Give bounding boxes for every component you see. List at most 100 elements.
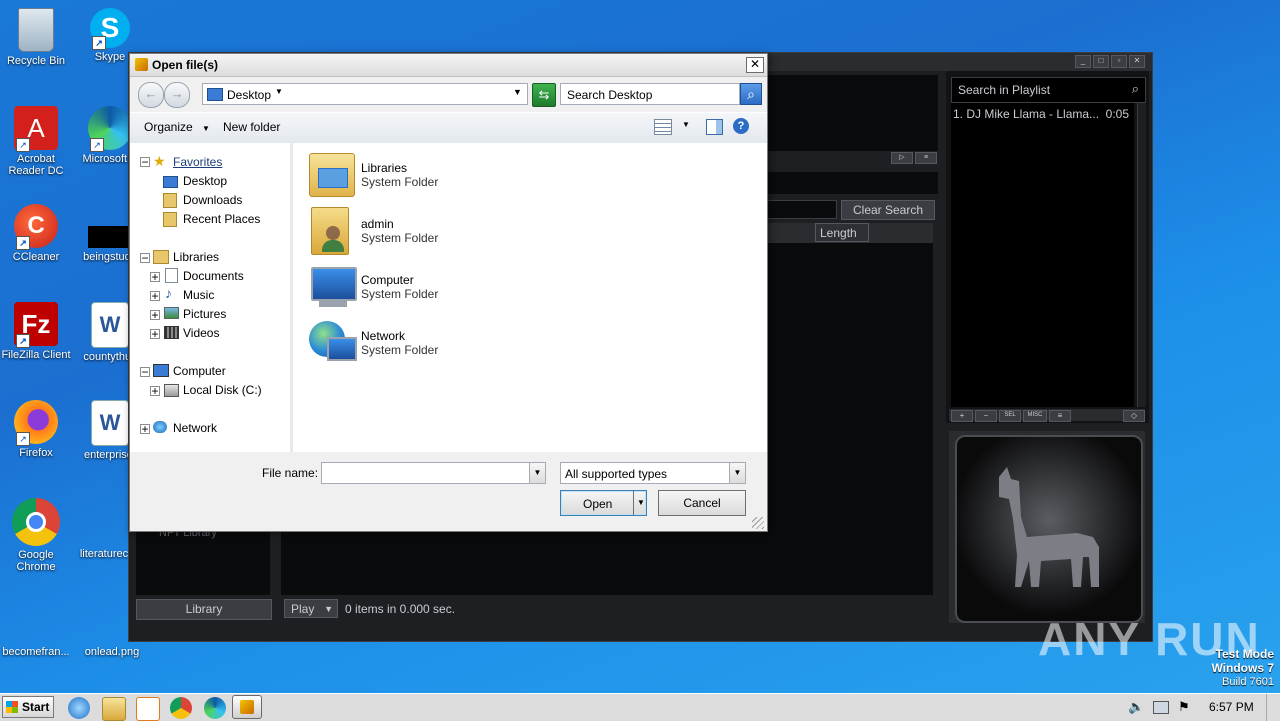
library-button[interactable]: Library: [136, 599, 272, 620]
desktop-icon-firefox[interactable]: ↗ Firefox: [0, 400, 72, 459]
playlist-item[interactable]: 1. DJ Mike Llama - Llama... 0:05: [953, 107, 1131, 121]
library-nav-tree[interactable]: [136, 531, 270, 595]
play-button[interactable]: Play ▼: [284, 599, 338, 618]
expand-documents-icon[interactable]: +: [150, 271, 160, 283]
expand-network-icon[interactable]: +: [140, 423, 150, 435]
tree-item-pictures[interactable]: Pictures: [183, 307, 226, 321]
desktop-icon-acrobat[interactable]: A ↗ Acrobat Reader DC: [0, 106, 72, 177]
flag-icon[interactable]: ⚑: [1178, 699, 1190, 715]
cancel-button[interactable]: Cancel: [658, 490, 746, 516]
list-item[interactable]: Computer System Folder: [309, 263, 469, 311]
desktop-icon-label: Acrobat Reader DC: [8, 153, 64, 177]
tree-item-music[interactable]: Music: [183, 288, 214, 302]
list-item[interactable]: admin System Folder: [309, 207, 469, 255]
playlist-scrollbar[interactable]: [1137, 103, 1146, 407]
tree-item-local-disk[interactable]: Local Disk (C:): [183, 383, 262, 397]
back-button[interactable]: ←: [138, 82, 164, 108]
view-options-icon[interactable]: [654, 119, 672, 135]
playlist-select-button[interactable]: SEL: [999, 410, 1021, 422]
player-menu-button[interactable]: ≡: [915, 152, 937, 164]
network-icon: [153, 421, 167, 433]
tree-item-videos[interactable]: Videos: [183, 326, 219, 340]
close-icon[interactable]: ✕: [746, 57, 764, 73]
open-file-dialog[interactable]: Open file(s) ✕ ← → Desktop ▼ ▼ ⇆ Search …: [129, 53, 768, 532]
playlist-list[interactable]: [951, 103, 1134, 407]
file-name-dropdown-icon[interactable]: ▼: [529, 463, 545, 483]
recycle-bin-icon: [18, 8, 54, 52]
start-button[interactable]: Start: [2, 696, 54, 718]
tree-item-recent-places[interactable]: Recent Places: [183, 212, 260, 226]
open-button[interactable]: Open ▼: [560, 490, 647, 516]
navigation-pane[interactable]: − ★ Favorites Desktop Downloads Recent P…: [130, 143, 291, 452]
network-monitor-icon: [327, 337, 357, 361]
volume-icon[interactable]: 🔈: [1128, 699, 1144, 715]
collapse-libraries-icon[interactable]: −: [140, 252, 150, 264]
player-toggle-button[interactable]: ▷: [891, 152, 913, 164]
desktop-icon-filezilla[interactable]: Fz ↗ FileZilla Client: [0, 302, 72, 361]
preview-pane-icon[interactable]: [706, 119, 723, 135]
network-tray-icon[interactable]: [1153, 701, 1169, 714]
winamp-taskbar-button[interactable]: [232, 695, 262, 719]
desktop-icon-ccleaner[interactable]: C ↗ CCleaner: [0, 204, 72, 263]
open-dropdown-icon[interactable]: ▼: [633, 491, 648, 515]
file-explorer-icon[interactable]: [102, 697, 126, 721]
resize-grip-icon[interactable]: [752, 517, 764, 529]
desktop-icon-becomefran[interactable]: becomefran...: [0, 646, 72, 658]
playlist-remove-button[interactable]: −: [975, 410, 997, 422]
expand-music-icon[interactable]: +: [150, 290, 160, 302]
tree-item-downloads[interactable]: Downloads: [183, 193, 242, 207]
collapse-favorites-icon[interactable]: −: [140, 156, 150, 168]
length-column-header[interactable]: Length: [815, 223, 869, 242]
address-dropdown-icon[interactable]: ▼: [513, 87, 522, 97]
refresh-button[interactable]: ⇆: [532, 83, 556, 107]
file-list[interactable]: Libraries System Folder admin System Fol…: [293, 143, 767, 452]
clear-search-button[interactable]: Clear Search: [841, 200, 935, 220]
playlist-add-button[interactable]: +: [951, 410, 973, 422]
search-button[interactable]: ⌕: [740, 83, 762, 105]
tree-item-desktop[interactable]: Desktop: [183, 174, 227, 188]
close-button[interactable]: ✕: [1129, 55, 1145, 68]
list-item[interactable]: Network System Folder: [309, 319, 469, 367]
tree-item-documents[interactable]: Documents: [183, 269, 244, 283]
address-bar[interactable]: Desktop ▼ ▼: [202, 83, 528, 105]
edge-icon: ↗: [88, 106, 132, 152]
minimize-button[interactable]: _: [1075, 55, 1091, 68]
search-box[interactable]: Search Desktop: [560, 83, 740, 105]
new-folder-button[interactable]: New folder: [223, 120, 280, 134]
tree-item-favorites[interactable]: Favorites: [173, 155, 222, 169]
help-icon[interactable]: ?: [733, 118, 749, 134]
library-status-text: 0 items in 0.000 sec.: [345, 602, 456, 616]
expand-local-disk-icon[interactable]: +: [150, 385, 160, 397]
desktop-icon-chrome[interactable]: Google Chrome: [0, 498, 72, 573]
file-name-input[interactable]: ▼: [321, 462, 546, 484]
file-type-select[interactable]: All supported types ▼: [560, 462, 746, 484]
chrome-taskbar-icon[interactable]: [170, 697, 192, 719]
edge-taskbar-icon[interactable]: [204, 697, 226, 719]
playlist-search-box[interactable]: Search in Playlist ⌕: [951, 77, 1146, 103]
expand-pictures-icon[interactable]: +: [150, 309, 160, 321]
view-dropdown-icon[interactable]: ▼: [682, 120, 690, 129]
list-item[interactable]: Libraries System Folder: [309, 151, 469, 199]
library-search-input[interactable]: [767, 200, 837, 219]
restore-button[interactable]: □: [1093, 55, 1109, 68]
desktop-icon-onlead[interactable]: onlead.png: [76, 646, 148, 658]
expand-videos-icon[interactable]: +: [150, 328, 160, 340]
collapse-computer-icon[interactable]: −: [140, 366, 150, 378]
internet-explorer-icon[interactable]: [68, 697, 90, 719]
arrow-right-icon: →: [170, 86, 184, 101]
shade-button[interactable]: ▫: [1111, 55, 1127, 68]
playlist-options-button[interactable]: ◇: [1123, 410, 1145, 422]
organize-button[interactable]: Organize ▼: [144, 120, 210, 134]
show-desktop-button[interactable]: [1266, 694, 1280, 721]
tree-item-libraries[interactable]: Libraries: [173, 250, 219, 264]
playlist-list-button[interactable]: ≡: [1049, 410, 1071, 422]
tree-item-computer[interactable]: Computer: [173, 364, 226, 378]
media-player-icon[interactable]: [136, 697, 160, 721]
playlist-misc-button[interactable]: MISC: [1023, 410, 1047, 422]
file-type-dropdown-icon[interactable]: ▼: [729, 463, 745, 483]
forward-button[interactable]: →: [164, 82, 190, 108]
clock[interactable]: 6:57 PM: [1209, 700, 1254, 714]
desktop-icon-recycle-bin[interactable]: Recycle Bin: [0, 8, 72, 67]
tree-item-network[interactable]: Network: [173, 421, 217, 435]
dialog-titlebar[interactable]: Open file(s) ✕: [130, 54, 767, 77]
